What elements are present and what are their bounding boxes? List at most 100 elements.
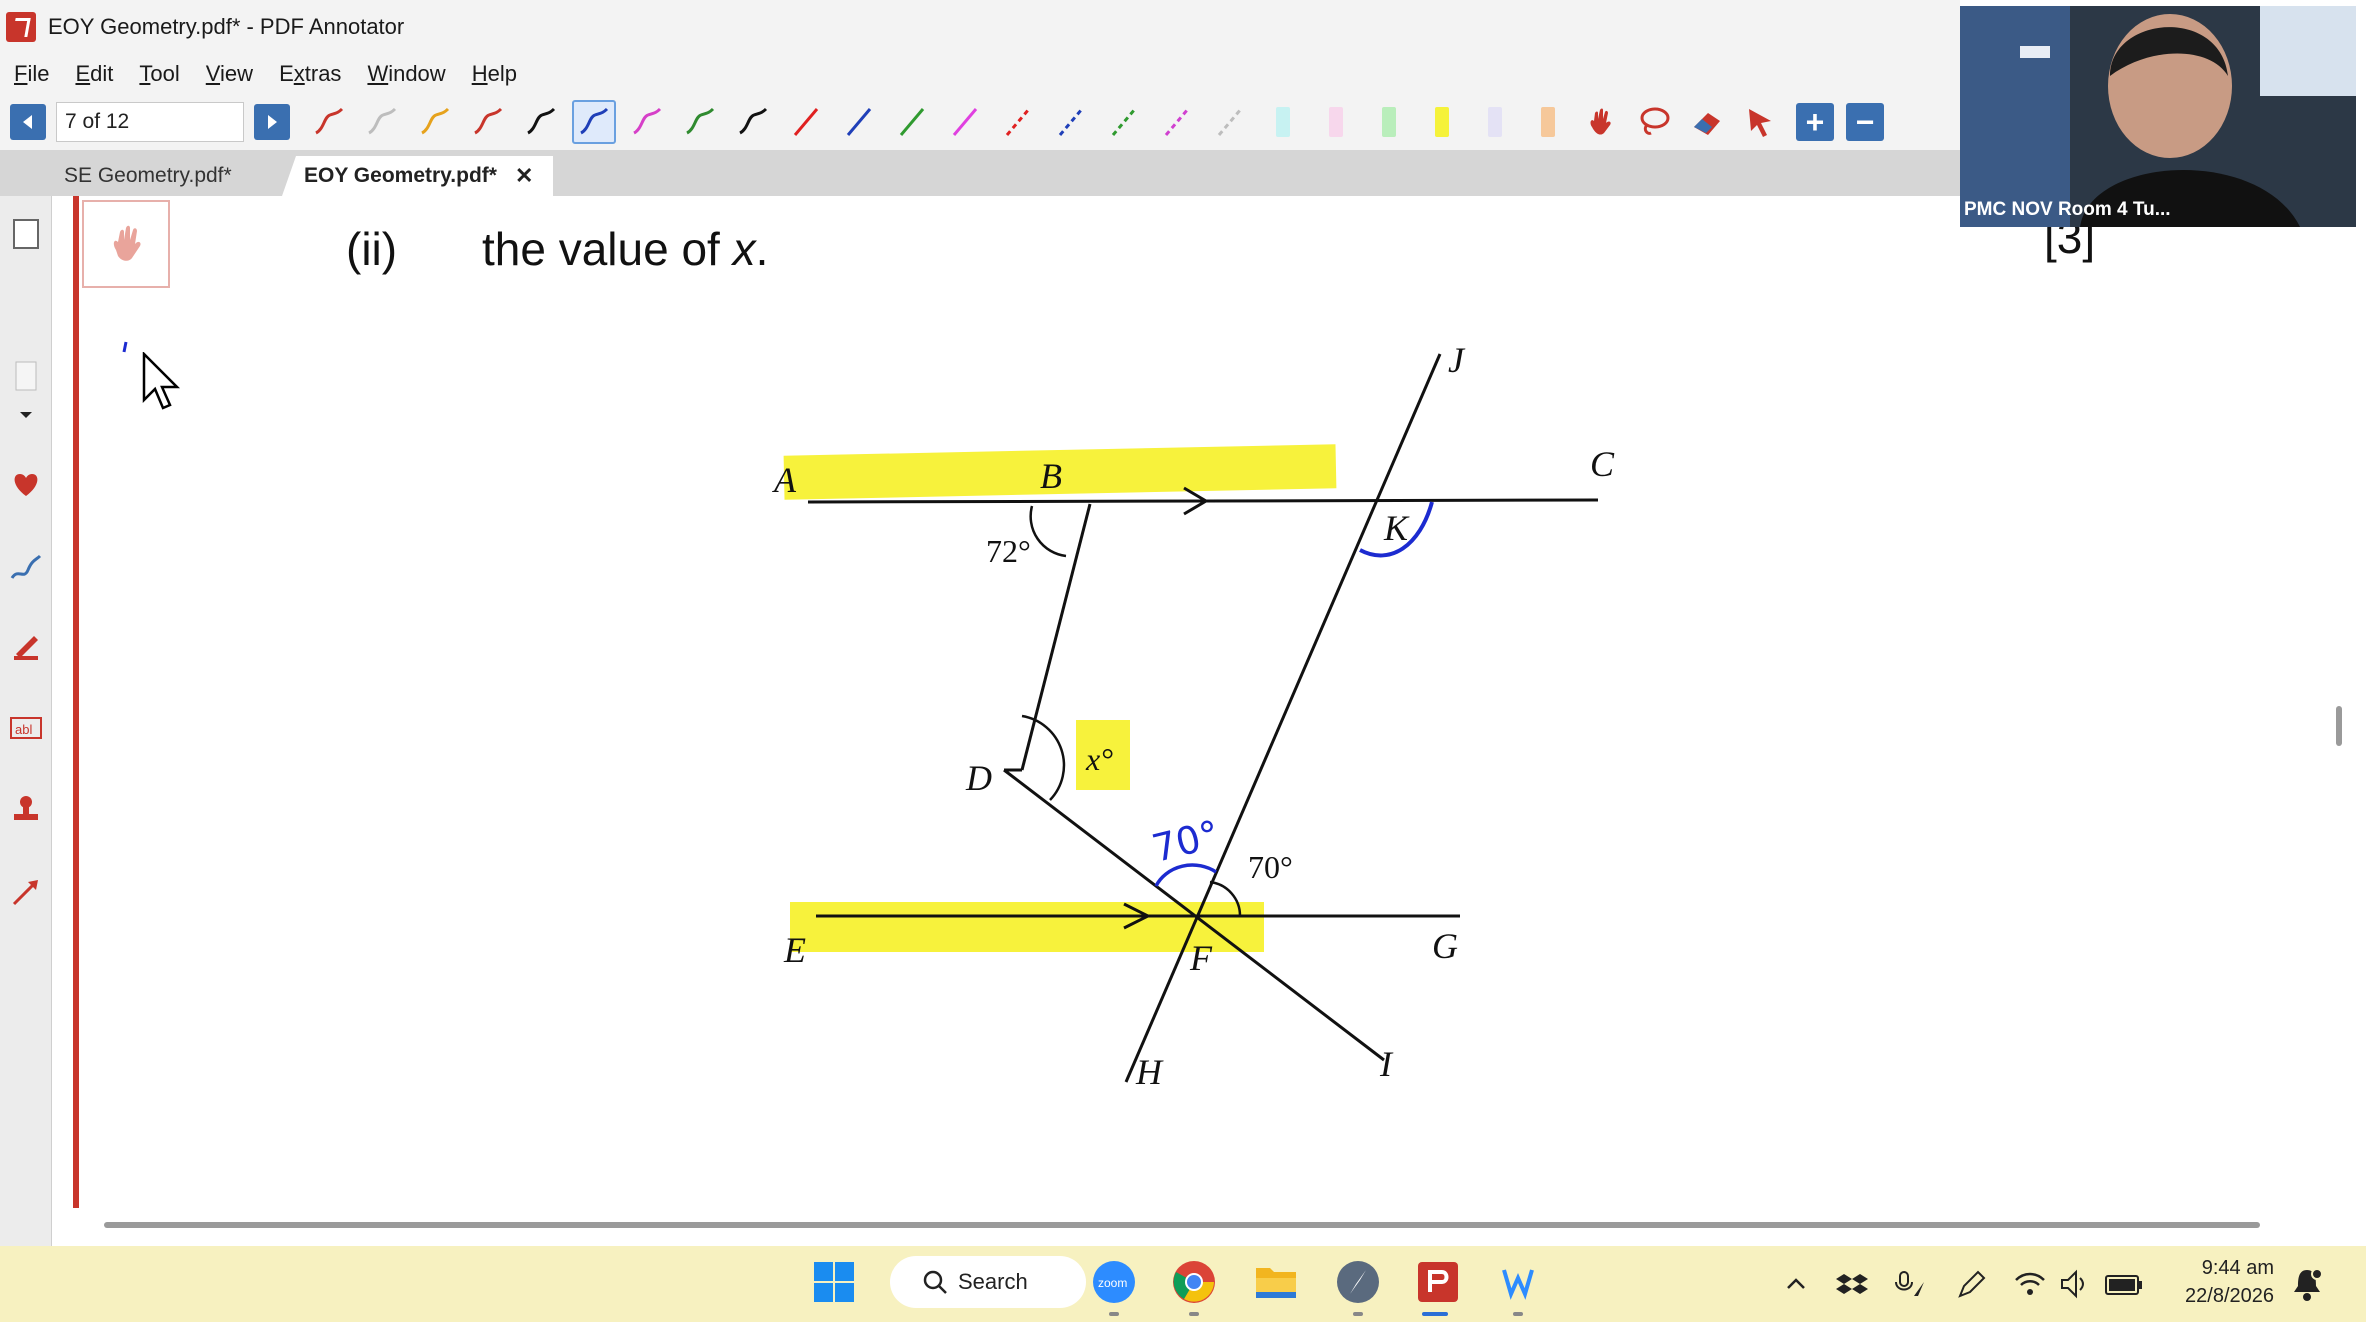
- pdf-annotator-taskbar-icon[interactable]: [1412, 1256, 1464, 1308]
- running-indicator: [1109, 1312, 1119, 1316]
- lasso-tool-button[interactable]: [1632, 100, 1676, 144]
- vertical-scrollbar[interactable]: [2336, 706, 2342, 746]
- question-text-prefix: the value of: [482, 223, 733, 275]
- window-title: EOY Geometry.pdf* - PDF Annotator: [48, 14, 405, 39]
- tab-eoy-geometry[interactable]: EOY Geometry.pdf* ✕: [282, 156, 554, 196]
- arrow-line-icon[interactable]: [6, 872, 46, 912]
- menu-tool[interactable]: Tool: [139, 61, 179, 87]
- straight-line-icon: [793, 108, 819, 136]
- highlighter-tool-5[interactable]: [1473, 100, 1517, 144]
- pen-curve-icon[interactable]: [6, 548, 46, 588]
- pointer-tool-button[interactable]: [1738, 100, 1782, 144]
- dropbox-icon[interactable]: [1836, 1268, 1868, 1300]
- text-box-icon[interactable]: abl: [6, 708, 46, 748]
- highlighter-tool-1[interactable]: [1261, 100, 1305, 144]
- dashed-line-tool-2[interactable]: [1049, 100, 1093, 144]
- marker-icon[interactable]: [6, 628, 46, 668]
- pen-tool-8[interactable]: [678, 100, 722, 144]
- battery-icon[interactable]: [2104, 1268, 2144, 1300]
- zoom-video-tile[interactable]: PMC NOV Room 4 Tu...: [1960, 6, 2356, 227]
- menu-extras[interactable]: Extras: [279, 61, 341, 87]
- highlighter-tool-6[interactable]: [1526, 100, 1570, 144]
- chevron-up-icon[interactable]: [1782, 1270, 1810, 1298]
- dashed-line-tool-3[interactable]: [1102, 100, 1146, 144]
- wifi-icon[interactable]: [2014, 1268, 2046, 1300]
- next-page-button[interactable]: [254, 104, 290, 140]
- dashed-line-tool-1[interactable]: [996, 100, 1040, 144]
- dashed-line-tool-5[interactable]: [1208, 100, 1252, 144]
- taskbar-search-button[interactable]: Search: [890, 1256, 1086, 1308]
- page-thumbnail-icon[interactable]: [6, 214, 46, 254]
- pen-tool-4[interactable]: [466, 100, 510, 144]
- favorite-heart-icon[interactable]: [6, 464, 46, 504]
- eraser-tool-button[interactable]: [1685, 100, 1729, 144]
- tab-se-geometry[interactable]: SE Geometry.pdf*: [44, 156, 252, 196]
- pen-stroke-icon: [368, 107, 397, 135]
- pen-stroke-icon: [633, 107, 662, 135]
- menu-bar: File Edit Tool View Extras Window Help: [0, 54, 1960, 94]
- running-indicator: [1189, 1312, 1199, 1316]
- highlighter-tool-4[interactable]: [1420, 100, 1464, 144]
- stamp-icon[interactable]: [6, 790, 46, 830]
- pen-stroke-icon: [739, 107, 768, 135]
- dashed-line-icon: [1005, 108, 1031, 136]
- microphone-location-icon[interactable]: [1894, 1268, 1926, 1300]
- pen-tool-9[interactable]: [731, 100, 775, 144]
- line-tool-1[interactable]: [784, 100, 828, 144]
- dashed-line-tool-4[interactable]: [1155, 100, 1199, 144]
- pen-icon[interactable]: [1956, 1268, 1988, 1300]
- menu-window[interactable]: Window: [367, 61, 445, 87]
- question-text-suffix: .: [755, 223, 769, 275]
- geometry-diagram: A B C D E F G H I J K 72° x° 70° 70°: [772, 340, 1615, 1092]
- label-e: E: [783, 930, 806, 970]
- zoom-out-button[interactable]: −: [1846, 103, 1884, 141]
- svg-text:abl: abl: [15, 722, 32, 737]
- hand-tool-preview-icon[interactable]: [82, 200, 170, 288]
- running-indicator: [1353, 1312, 1363, 1316]
- pen-tool-7[interactable]: [625, 100, 669, 144]
- windows-start-icon[interactable]: [808, 1256, 860, 1308]
- dashed-line-icon: [1111, 108, 1137, 136]
- pen-stroke-icon: [421, 107, 450, 135]
- hand-tool-button[interactable]: [1579, 100, 1623, 144]
- clock-date: 22/8/2026: [2185, 1285, 2274, 1307]
- w-app-icon[interactable]: [1492, 1256, 1544, 1308]
- horizontal-scrollbar[interactable]: [104, 1222, 2260, 1228]
- pen-tool-5[interactable]: [519, 100, 563, 144]
- chrome-icon[interactable]: [1168, 1256, 1220, 1308]
- close-tab-icon[interactable]: ✕: [515, 163, 533, 189]
- previous-page-button[interactable]: [10, 104, 46, 140]
- label-k: K: [1383, 508, 1410, 548]
- menu-view[interactable]: View: [206, 61, 253, 87]
- participant-video-frame: [1960, 6, 2356, 227]
- scroll-up-icon[interactable]: [6, 356, 46, 396]
- question-number: (ii): [346, 223, 398, 275]
- handwritten-70: 70°: [1148, 812, 1224, 871]
- pen-tool-2[interactable]: [360, 100, 404, 144]
- zoom-in-button[interactable]: +: [1796, 103, 1834, 141]
- compass-app-icon[interactable]: [1332, 1256, 1384, 1308]
- pen-tool-3[interactable]: [413, 100, 457, 144]
- taskbar-clock[interactable]: 9:44 am 22/8/2026: [2170, 1254, 2274, 1310]
- menu-file[interactable]: File: [14, 61, 49, 87]
- straight-line-icon: [899, 108, 925, 136]
- pen-tool-1[interactable]: [307, 100, 351, 144]
- line-tool-2[interactable]: [837, 100, 881, 144]
- speaker-icon[interactable]: [2058, 1268, 2090, 1300]
- file-explorer-icon[interactable]: [1250, 1256, 1302, 1308]
- page-number-field[interactable]: 7 of 12: [56, 102, 244, 142]
- label-c: C: [1590, 444, 1615, 484]
- pointer-icon: [1749, 109, 1771, 137]
- line-tool-3[interactable]: [890, 100, 934, 144]
- label-h: H: [1135, 1052, 1164, 1092]
- line-tool-4[interactable]: [943, 100, 987, 144]
- highlighter-tool-3[interactable]: [1367, 100, 1411, 144]
- highlighter-tool-2[interactable]: [1314, 100, 1358, 144]
- zoom-app-icon[interactable]: zoom: [1088, 1256, 1140, 1308]
- notification-bell-icon[interactable]: [2290, 1266, 2324, 1302]
- pen-tool-6[interactable]: [572, 100, 616, 144]
- menu-edit[interactable]: Edit: [75, 61, 113, 87]
- active-app-indicator: [1422, 1312, 1448, 1316]
- menu-help[interactable]: Help: [472, 61, 517, 87]
- chevron-down-icon[interactable]: [6, 396, 46, 436]
